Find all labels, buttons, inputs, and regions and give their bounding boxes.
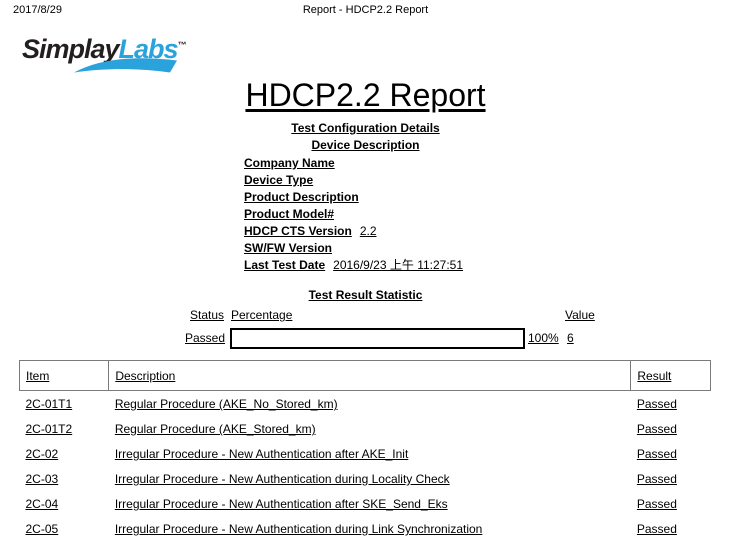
result-item: 2C-04 [20,491,109,516]
result-status-text: Passed [637,447,677,461]
device-description-heading: Device Description [0,138,731,153]
pass-percentage-bar [230,328,525,349]
table-row: 2C-03 Irregular Procedure - New Authentic… [20,466,711,491]
result-description: Irregular Procedure - New Authentication… [109,466,631,491]
device-field-label: Company Name [244,155,335,172]
result-description: Irregular Procedure - New Authentication… [109,516,631,541]
device-field-label: Product Description [244,189,359,206]
trademark-icon: ™ [178,40,187,50]
statistic-header-value: Value [565,308,595,323]
column-header-item: Item [20,361,109,391]
result-item-text: 2C-01T2 [26,422,73,436]
test-configuration-details-heading: Test Configuration Details [0,121,731,136]
result-item-text: 2C-03 [26,472,59,486]
table-row: 2C-05 Irregular Procedure - New Authentic… [20,516,711,541]
result-description-text: Irregular Procedure - New Authentication… [115,522,483,536]
device-field-label: Last Test Date [244,257,325,274]
result-status-text: Passed [637,422,677,436]
device-field-label: Device Type [244,172,313,189]
table-header-row: Item Description Result [20,361,711,391]
device-field-row: SW/FW Version [244,240,574,257]
result-description: Irregular Procedure - New Authentication… [109,491,631,516]
device-field-row: Company Name [244,155,574,172]
device-field-row: HDCP CTS Version 2.2 [244,223,574,240]
result-description: Regular Procedure (AKE_Stored_km) [109,416,631,441]
result-status-text: Passed [637,397,677,411]
table-row: 2C-01T2 Regular Procedure (AKE_Stored_km)… [20,416,711,441]
print-header: 2017/8/29 Report - HDCP2.2 Report [0,3,731,17]
table-row: 2C-02 Irregular Procedure - New Authentic… [20,441,711,466]
result-status: Passed [631,441,711,466]
result-status: Passed [631,516,711,541]
result-item: 2C-01T1 [20,391,109,417]
device-field-row: Product Description [244,189,574,206]
logo-swoosh-icon [74,57,178,73]
result-description-text: Irregular Procedure - New Authentication… [115,472,450,486]
table-row: 2C-04 Irregular Procedure - New Authentic… [20,491,711,516]
result-description: Regular Procedure (AKE_No_Stored_km) [109,391,631,417]
statistic-header-percentage: Percentage [231,308,292,323]
result-item-text: 2C-05 [26,522,59,536]
pass-percentage-bar-fill [232,330,523,347]
simplay-labs-logo: SimplayLabs™ [22,30,182,72]
device-description-list: Company Name Device Type Product Descrip… [244,155,574,274]
device-field-row: Device Type [244,172,574,189]
statistic-value-count: 6 [567,330,574,347]
result-item-text: 2C-02 [26,447,59,461]
page-title: HDCP2.2 Report [0,76,731,114]
test-result-statistic-block: Status Percentage Value Passed 100% 6 [0,308,731,353]
result-item-text: 2C-01T1 [26,397,73,411]
result-description-text: Regular Procedure (AKE_Stored_km) [115,422,316,436]
table-body: 2C-01T1 Regular Procedure (AKE_No_Stored_… [20,391,711,541]
result-item: 2C-01T2 [20,416,109,441]
result-status: Passed [631,491,711,516]
test-result-statistic-heading: Test Result Statistic [0,288,731,303]
device-field-row: Last Test Date 2016/9/23 上午 11:27:51 [244,257,574,274]
statistic-header-status: Status [190,308,224,323]
result-item: 2C-02 [20,441,109,466]
result-status-text: Passed [637,472,677,486]
device-field-label: HDCP CTS Version [244,223,352,240]
result-item: 2C-03 [20,466,109,491]
device-field-label: SW/FW Version [244,240,332,257]
result-status-text: Passed [637,497,677,511]
column-header-description: Description [109,361,631,391]
statistic-status-value: Passed [185,330,225,347]
result-status-text: Passed [637,522,677,536]
result-description-text: Irregular Procedure - New Authentication… [115,497,448,511]
device-field-label: Product Model# [244,206,334,223]
result-description-text: Irregular Procedure - New Authentication… [115,447,409,461]
result-description-text: Regular Procedure (AKE_No_Stored_km) [115,397,338,411]
result-status: Passed [631,416,711,441]
result-item-text: 2C-04 [26,497,59,511]
device-field-row: Product Model# [244,206,574,223]
result-item: 2C-05 [20,516,109,541]
print-header-title: Report - HDCP2.2 Report [0,3,731,17]
statistic-percentage-label: 100% [528,330,559,347]
result-description: Irregular Procedure - New Authentication… [109,441,631,466]
result-status: Passed [631,466,711,491]
table-row: 2C-01T1 Regular Procedure (AKE_No_Stored_… [20,391,711,417]
test-results-table: Item Description Result 2C-01T1 Regular P… [19,360,711,541]
device-field-value: 2016/9/23 上午 11:27:51 [333,257,513,274]
device-field-value: 2.2 [360,223,540,240]
column-header-result: Result [631,361,711,391]
result-status: Passed [631,391,711,417]
